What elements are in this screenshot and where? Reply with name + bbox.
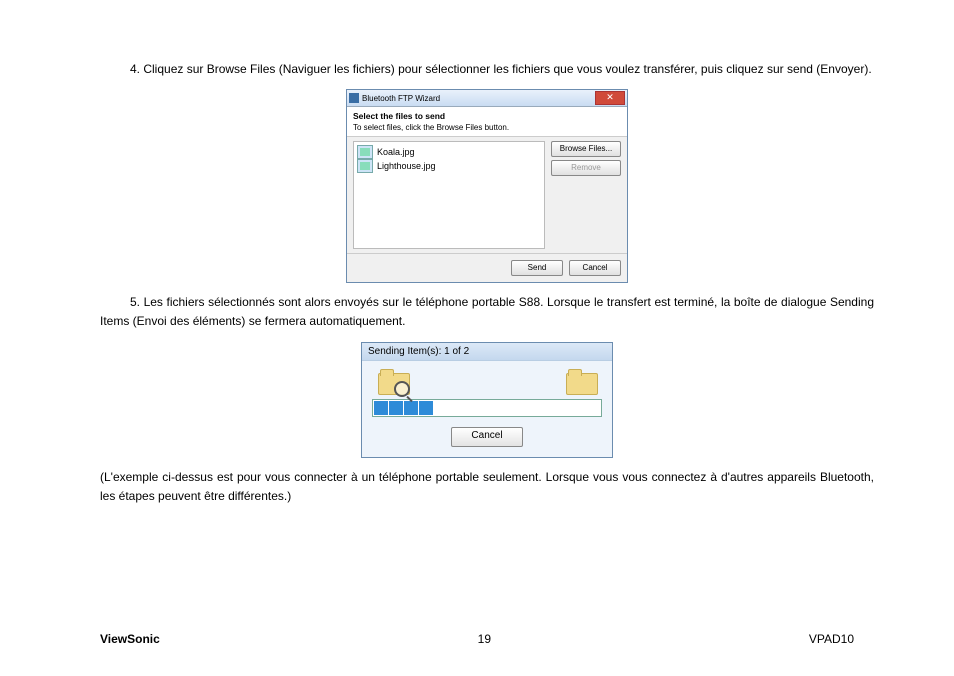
progress-segment-empty xyxy=(554,401,568,415)
dialog-title: Sending Item(s): 1 of 2 xyxy=(362,343,612,361)
dialog-button-row: Cancel xyxy=(372,427,602,447)
list-item[interactable]: Koala.jpg xyxy=(357,145,541,159)
progress-segment-empty xyxy=(434,401,448,415)
progress-segment-empty xyxy=(539,401,553,415)
image-icon xyxy=(357,159,373,173)
progress-segment-empty xyxy=(584,401,598,415)
file-name: Lighthouse.jpg xyxy=(377,161,436,171)
page-footer: ViewSonic 19 VPAD10 xyxy=(0,632,954,646)
list-item[interactable]: Lighthouse.jpg xyxy=(357,159,541,173)
step-4-text: 4. Cliquez sur Browse Files (Naviguer le… xyxy=(100,60,874,79)
page-content: 4. Cliquez sur Browse Files (Naviguer le… xyxy=(0,0,954,506)
window-title: Bluetooth FTP Wizard xyxy=(362,94,595,103)
progress-segment xyxy=(389,401,403,415)
progress-segment-empty xyxy=(464,401,478,415)
dialog-body: Cancel xyxy=(362,361,612,457)
file-name: Koala.jpg xyxy=(377,147,415,157)
app-icon xyxy=(349,93,359,103)
transfer-icons xyxy=(372,369,602,399)
footer-brand: ViewSonic xyxy=(100,632,160,646)
progress-segment xyxy=(374,401,388,415)
send-button[interactable]: Send xyxy=(511,260,563,276)
wizard-body: Koala.jpg Lighthouse.jpg Browse Files...… xyxy=(347,137,627,253)
progress-segment-empty xyxy=(494,401,508,415)
side-buttons: Browse Files... Remove xyxy=(551,141,621,249)
progress-segment xyxy=(404,401,418,415)
step-5-text: 5. Les fichiers sélectionnés sont alors … xyxy=(100,293,874,331)
source-folder-icon xyxy=(378,369,408,393)
destination-folder-icon xyxy=(566,369,596,393)
footer-model: VPAD10 xyxy=(809,632,854,646)
footer-page-number: 19 xyxy=(478,632,491,646)
cancel-button[interactable]: Cancel xyxy=(451,427,523,447)
magnifier-icon xyxy=(394,381,410,397)
progress-segment-empty xyxy=(479,401,493,415)
band-subtext: To select files, click the Browse Files … xyxy=(353,123,621,132)
browse-files-button[interactable]: Browse Files... xyxy=(551,141,621,157)
progress-segment-empty xyxy=(524,401,538,415)
figure-2-wrap: Sending Item(s): 1 of 2 xyxy=(100,342,874,458)
image-icon xyxy=(357,145,373,159)
progress-bar xyxy=(372,399,602,417)
note-text: (L'exemple ci-dessus est pour vous conne… xyxy=(100,468,874,506)
instruction-band: Select the files to send To select files… xyxy=(347,107,627,137)
progress-segment-empty xyxy=(449,401,463,415)
sending-items-dialog: Sending Item(s): 1 of 2 xyxy=(361,342,613,458)
window-titlebar: Bluetooth FTP Wizard ✕ xyxy=(347,90,627,107)
remove-button[interactable]: Remove xyxy=(551,160,621,176)
progress-segment-empty xyxy=(569,401,583,415)
figure-1-wrap: Bluetooth FTP Wizard ✕ Select the files … xyxy=(100,89,874,283)
progress-segment-empty xyxy=(509,401,523,415)
band-heading: Select the files to send xyxy=(353,111,621,121)
close-button[interactable]: ✕ xyxy=(595,91,625,105)
progress-segment xyxy=(419,401,433,415)
cancel-button[interactable]: Cancel xyxy=(569,260,621,276)
wizard-footer: Send Cancel xyxy=(347,253,627,282)
file-list[interactable]: Koala.jpg Lighthouse.jpg xyxy=(353,141,545,249)
bluetooth-wizard-window: Bluetooth FTP Wizard ✕ Select the files … xyxy=(346,89,628,283)
